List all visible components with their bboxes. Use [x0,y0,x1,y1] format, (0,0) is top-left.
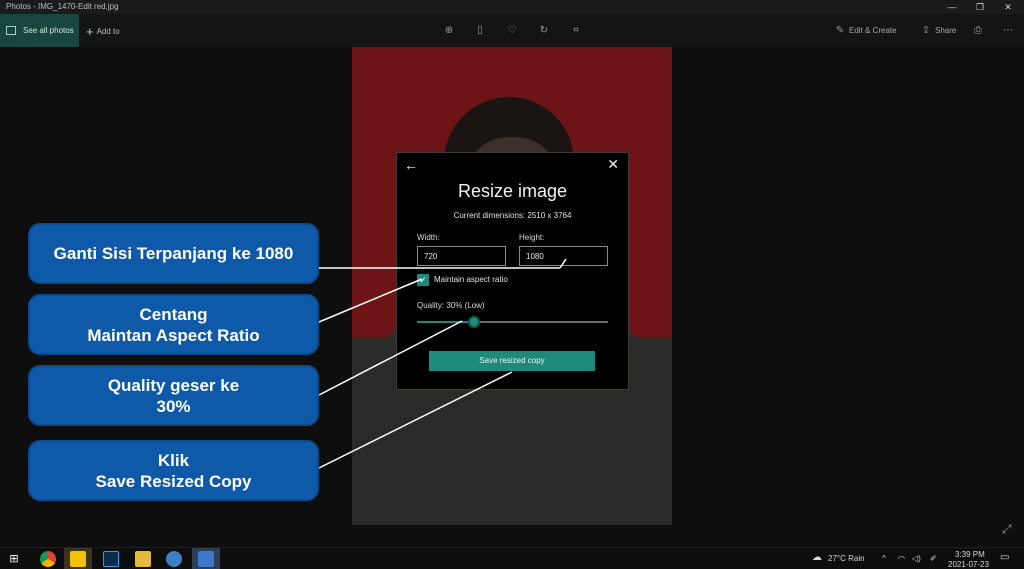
width-input[interactable]: 720 [417,246,506,266]
quality-slider[interactable] [417,316,608,328]
callout-2-line-1: Centang [139,304,208,324]
height-input[interactable]: 1080 [519,246,608,266]
callout-1-line-1: Ganti Sisi Terpanjang ke 1080 [53,244,294,263]
gallery-icon [6,26,16,35]
weather-text[interactable]: 27°C Rain [828,554,865,563]
crop-icon[interactable]: ⌗ [570,25,582,37]
weather-icon: ☁ [812,552,822,563]
notifications-icon[interactable]: ▭ [1000,552,1009,563]
callout-quality: Quality geser ke 30% [28,365,319,426]
maximize-button[interactable]: ❐ [966,0,994,14]
callout-3-line-1: Quality geser ke [107,375,240,395]
tray-chevron-icon[interactable]: ^ [882,554,886,563]
resize-image-dialog: ← ✕ Resize image Current dimensions: 251… [396,152,629,390]
callout-save: Klik Save Resized Copy [28,440,319,501]
print-icon[interactable]: ⎙ [972,25,984,37]
callout-4-line-1: Klik [157,450,190,470]
rotate-icon[interactable]: ↻ [538,25,550,37]
toolbar: See all photos + Add to ⊕ ▯ ♡ ↻ ⌗ ✎ Edit … [0,14,1024,47]
dialog-title: Resize image [457,181,568,201]
photos-app-window: Photos - IMG_1470-Edit red.jpg — ❐ ✕ See… [0,0,1024,569]
share-button[interactable]: Share [935,26,956,35]
current-dimensions: Current dimensions: 2510 x 3764 [453,211,572,220]
close-window-button[interactable]: ✕ [994,0,1022,14]
zoom-in-icon[interactable]: ⊕ [443,25,455,37]
callout-3-line-2: 30% [156,396,191,416]
photos-icon[interactable] [198,551,214,567]
see-all-photos-label: See all photos [23,26,74,35]
clock-time[interactable]: 3:39 PM [955,550,985,559]
see-all-photos-button[interactable]: See all photos [0,14,79,47]
height-label: Height: [519,233,545,242]
chrome-icon[interactable] [40,551,56,567]
edit-create-icon: ✎ [835,25,845,36]
maintain-aspect-checkbox[interactable]: ✓ [417,274,429,286]
start-icon[interactable]: ⊞ [6,551,22,567]
quality-slider-thumb[interactable] [468,316,481,328]
title-bar: Photos - IMG_1470-Edit red.jpg — ❐ ✕ [0,0,1024,14]
callout-2-line-2: Maintan Aspect Ratio [87,325,260,345]
delete-icon[interactable]: ▯ [474,25,486,37]
favorite-icon[interactable]: ♡ [506,25,518,37]
save-resized-copy-button[interactable]: Save resized copy [429,351,595,371]
callout-maintain-aspect: Centang Maintan Aspect Ratio [28,294,319,355]
add-to-button[interactable]: + Add to [86,24,120,39]
pen-icon[interactable]: ✐ [930,554,937,563]
maintain-aspect-label: Maintain aspect ratio [434,275,508,284]
edit-create-button[interactable]: Edit & Create [849,26,897,35]
window-title: Photos - IMG_1470-Edit red.jpg [6,2,119,11]
add-to-label: Add to [96,27,120,36]
plus-icon: + [86,24,94,39]
quality-slider-fill [417,321,475,323]
browser-icon[interactable] [166,551,182,567]
share-icon: ⇪ [921,25,931,36]
network-icon[interactable]: ◠ [898,554,905,563]
volume-icon[interactable]: ◁) [912,554,921,563]
close-dialog-icon[interactable]: ✕ [607,156,619,173]
callout-4-line-2: Save Resized Copy [95,471,252,491]
expand-icon[interactable]: ⤢ [1002,522,1012,537]
back-arrow-icon[interactable]: ← [404,157,418,173]
file-explorer-icon[interactable] [135,551,151,567]
callout-longest-side: Ganti Sisi Terpanjang ke 1080 [28,223,319,284]
clock-date[interactable]: 2021-07-23 [948,560,989,569]
minimize-button[interactable]: — [938,0,966,14]
width-label: Width: [417,233,440,242]
quality-label: Quality: 30% (Low) [417,301,485,310]
photoshop-icon[interactable] [103,551,119,567]
windows-taskbar: ⊞ ☁ 27°C Rain ^ ◠ ◁) ✐ 3:39 PM 2021-07-2… [0,547,1024,569]
more-icon[interactable]: ⋯ [1002,25,1014,37]
sticky-notes-icon[interactable] [70,551,86,567]
